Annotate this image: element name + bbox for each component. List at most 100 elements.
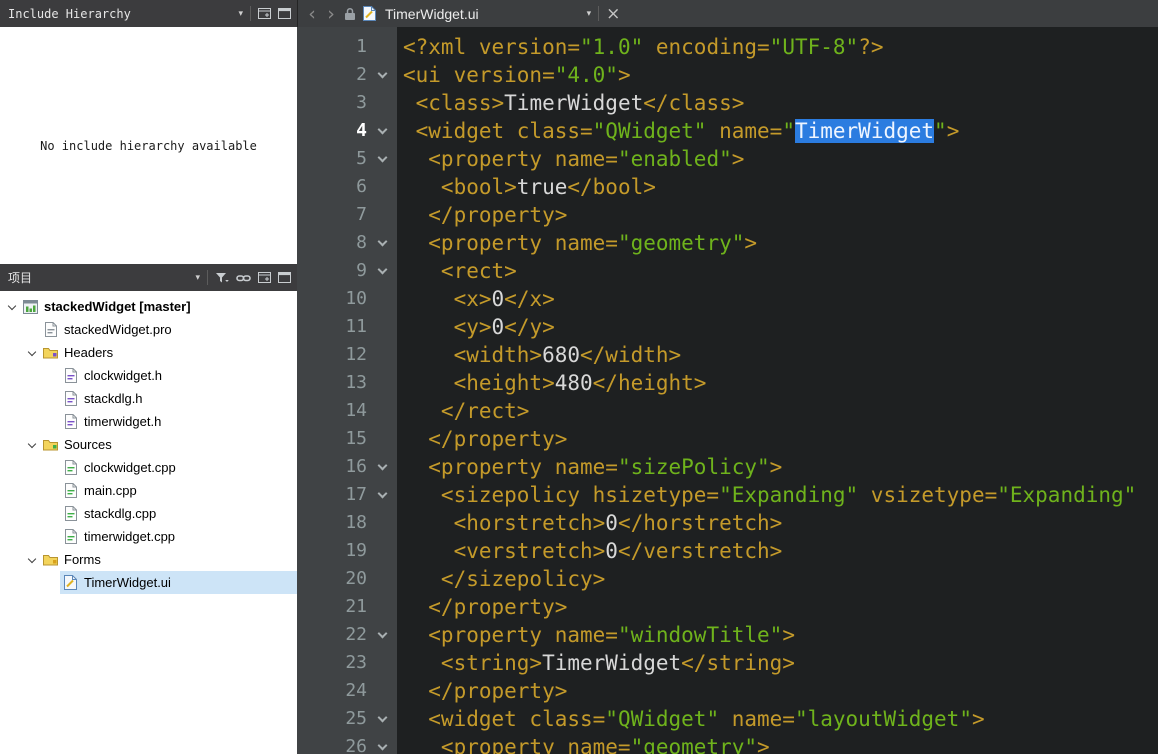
tree-item-label: TimerWidget.ui [84, 575, 171, 590]
line-number: 12 [345, 344, 367, 365]
tree-item-content[interactable]: stackedWidget [master] [20, 295, 297, 318]
code-line-20[interactable]: 20 </sizepolicy> [297, 565, 1158, 593]
code-segment: <verstretch> [403, 539, 606, 563]
tree-item-content[interactable]: Headers [40, 341, 297, 364]
fold-marker-icon[interactable] [367, 621, 397, 649]
tree-item[interactable]: main.cpp [0, 479, 297, 502]
ui-file-tab-icon [363, 6, 376, 21]
code-line-19[interactable]: 19 <verstretch>0</verstretch> [297, 537, 1158, 565]
code-line-12[interactable]: 12 <width>680</width> [297, 341, 1158, 369]
split-panel-icon[interactable] [258, 272, 271, 283]
code-line-15[interactable]: 15 </property> [297, 425, 1158, 453]
back-icon[interactable]: ‹ [306, 2, 318, 26]
code-line-21[interactable]: 21 </property> [297, 593, 1158, 621]
chevron-expanded-icon[interactable] [24, 439, 40, 448]
code-segment: "1.0" [580, 35, 644, 59]
code-text: </property> [397, 677, 567, 705]
code-line-23[interactable]: 23 <string>TimerWidget</string> [297, 649, 1158, 677]
fold-marker-icon[interactable] [367, 453, 397, 481]
code-line-3[interactable]: 3 <class>TimerWidget</class> [297, 89, 1158, 117]
code-line-14[interactable]: 14 </rect> [297, 397, 1158, 425]
tree-item-content[interactable]: Sources [40, 433, 297, 456]
tree-item[interactable]: stackedWidget.pro [0, 318, 297, 341]
code-line-1[interactable]: 1 <?xml version="1.0" encoding="UTF-8"?> [297, 33, 1158, 61]
tree-item-content[interactable]: main.cpp [60, 479, 297, 502]
code-text: <sizepolicy hsizetype="Expanding" vsizet… [397, 481, 1136, 509]
code-line-17[interactable]: 17 <sizepolicy hsizetype="Expanding" vsi… [297, 481, 1158, 509]
code-line-5[interactable]: 5 <property name="enabled"> [297, 145, 1158, 173]
code-line-24[interactable]: 24 </property> [297, 677, 1158, 705]
chevron-expanded-icon[interactable] [4, 301, 20, 310]
tree-item-content[interactable]: TimerWidget.ui [60, 571, 297, 594]
code-line-6[interactable]: 6 <bool>true</bool> [297, 173, 1158, 201]
close-panel-icon[interactable] [278, 272, 291, 283]
sync-with-editor-icon[interactable] [236, 272, 251, 284]
code-line-8[interactable]: 8 <property name="geometry"> [297, 229, 1158, 257]
tree-item[interactable]: Sources [0, 433, 297, 456]
chevron-expanded-icon[interactable] [24, 347, 40, 356]
tree-item-content[interactable]: Forms [40, 548, 297, 571]
close-panel-icon[interactable] [278, 8, 291, 19]
fold-marker-icon[interactable] [367, 705, 397, 733]
open-documents-dropdown-icon[interactable]: ▾ [587, 9, 592, 19]
fold-marker-icon[interactable] [367, 61, 397, 89]
code-line-22[interactable]: 22 <property name="windowTitle"> [297, 621, 1158, 649]
forward-icon[interactable]: › [325, 2, 337, 26]
tree-item[interactable]: clockwidget.h [0, 364, 297, 387]
tree-item[interactable]: stackedWidget [master] [0, 295, 297, 318]
code-line-18[interactable]: 18 <horstretch>0</horstretch> [297, 509, 1158, 537]
tree-item[interactable]: clockwidget.cpp [0, 456, 297, 479]
code-line-11[interactable]: 11 <y>0</y> [297, 313, 1158, 341]
tree-item-content[interactable]: timerwidget.cpp [60, 525, 297, 548]
code-line-7[interactable]: 7 </property> [297, 201, 1158, 229]
line-number: 24 [345, 680, 367, 701]
tree-item-content[interactable]: stackdlg.h [60, 387, 297, 410]
chevron-expanded-icon[interactable] [24, 554, 40, 563]
tree-item[interactable]: timerwidget.cpp [0, 525, 297, 548]
tree-item[interactable]: TimerWidget.ui [0, 571, 297, 594]
code-line-16[interactable]: 16 <property name="sizePolicy"> [297, 453, 1158, 481]
tree-item[interactable]: Headers [0, 341, 297, 364]
line-number: 20 [345, 568, 367, 589]
tree-item[interactable]: stackdlg.cpp [0, 502, 297, 525]
filter-icon[interactable] [215, 272, 229, 284]
code-segment: <widget class= [403, 707, 606, 731]
code-line-26[interactable]: 26 <property name="geometry"> [297, 733, 1158, 754]
code-line-9[interactable]: 9 <rect> [297, 257, 1158, 285]
code-area[interactable]: 1 <?xml version="1.0" encoding="UTF-8"?> 2… [297, 27, 1158, 754]
tree-item-content[interactable]: stackedWidget.pro [40, 318, 297, 341]
tree-item[interactable]: timerwidget.h [0, 410, 297, 433]
chevron-glyph [27, 347, 37, 356]
panel-mode-dropdown-icon[interactable]: ▾ [238, 9, 243, 19]
tab-title[interactable]: TimerWidget.ui [385, 6, 479, 22]
split-panel-icon[interactable] [258, 8, 271, 19]
tree-item-content[interactable]: stackdlg.cpp [60, 502, 297, 525]
fold-marker-icon[interactable] [367, 117, 397, 145]
code-line-13[interactable]: 13 <height>480</height> [297, 369, 1158, 397]
tree-item-label: Forms [64, 552, 101, 567]
include-hierarchy-header: Include Hierarchy ▾ [0, 0, 297, 27]
tree-item[interactable]: stackdlg.h [0, 387, 297, 410]
code-line-4[interactable]: 4 <widget class="QWidget" name="TimerWid… [297, 117, 1158, 145]
tree-item-content[interactable]: clockwidget.cpp [60, 456, 297, 479]
projects-mode-dropdown-icon[interactable]: ▾ [195, 273, 200, 283]
fold-marker-icon[interactable] [367, 733, 397, 754]
tree-item-content[interactable]: clockwidget.h [60, 364, 297, 387]
line-number: 7 [356, 204, 367, 225]
fold-marker-icon[interactable] [367, 145, 397, 173]
code-line-2[interactable]: 2 <ui version="4.0"> [297, 61, 1158, 89]
code-line-10[interactable]: 10 <x>0</x> [297, 285, 1158, 313]
tree-item-content[interactable]: timerwidget.h [60, 410, 297, 433]
code-line-25[interactable]: 25 <widget class="QWidget" name="layoutW… [297, 705, 1158, 733]
code-lines: 1 <?xml version="1.0" encoding="UTF-8"?> 2… [297, 27, 1158, 754]
fold-marker-icon[interactable] [367, 481, 397, 509]
tree-item[interactable]: Forms [0, 548, 297, 571]
lock-icon[interactable] [344, 7, 356, 21]
fold-marker-icon[interactable] [367, 229, 397, 257]
tree-item-label: timerwidget.h [84, 414, 162, 429]
close-document-icon[interactable]: × [606, 4, 620, 24]
code-segment: </rect> [403, 399, 530, 423]
fold-marker-icon[interactable] [367, 257, 397, 285]
